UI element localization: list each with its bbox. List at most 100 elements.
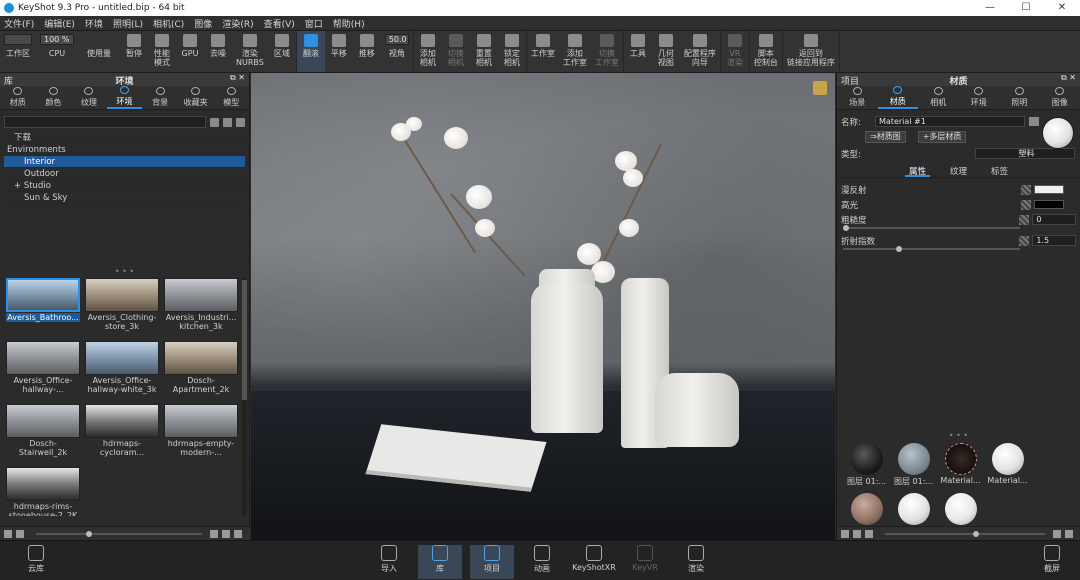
- texture-map-icon[interactable]: [1019, 214, 1030, 225]
- splitter-handle[interactable]: • • •: [837, 432, 1080, 441]
- reset-camera-button[interactable]: 重置 相机: [470, 31, 498, 72]
- upload-icon[interactable]: [222, 529, 230, 538]
- environment-thumbnail[interactable]: Aversis_Office- hallway-white_3k: [84, 341, 160, 401]
- menu-item[interactable]: 照明(L): [113, 17, 143, 30]
- menu-item[interactable]: 文件(F): [4, 17, 34, 30]
- material-subtab[interactable]: 属性: [904, 165, 930, 177]
- import-folder-icon[interactable]: [223, 117, 232, 127]
- material-subtab[interactable]: 纹理: [946, 165, 971, 177]
- lock-camera-button[interactable]: 锁定 相机: [498, 31, 526, 72]
- add-studio-button[interactable]: 添加 工作室: [559, 31, 591, 72]
- refresh-icon[interactable]: [236, 117, 245, 127]
- environment-thumbnail[interactable]: hdrmaps-rims- stonehouse-2_2K: [5, 467, 81, 516]
- property-slider[interactable]: [843, 225, 1020, 231]
- fov-field[interactable]: 50.0: [384, 34, 409, 45]
- material-name-field[interactable]: Material #1: [875, 116, 1025, 127]
- splitter-handle[interactable]: • • •: [0, 268, 249, 277]
- region-button[interactable]: 区域: [268, 31, 296, 72]
- material-type-dropdown[interactable]: 塑料: [975, 148, 1075, 159]
- material-thumbnail[interactable]: 图层 01:...: [843, 443, 890, 493]
- keyshotxr-button[interactable]: KeyShotXR: [572, 545, 616, 572]
- material-graph-button[interactable]: ⇒材质图: [865, 130, 906, 143]
- grid-view-icon[interactable]: [16, 529, 24, 538]
- script-console-button[interactable]: 脚本 控制台: [750, 31, 782, 72]
- dolly-button[interactable]: 推移: [353, 31, 381, 72]
- tree-item[interactable]: Outdoor: [4, 168, 245, 180]
- config-wizard-button[interactable]: 配置程序 向导: [680, 31, 720, 72]
- menu-item[interactable]: 编辑(E): [44, 17, 75, 30]
- material-thumbnail[interactable]: Material...: [984, 443, 1031, 493]
- denoise-button[interactable]: 去噪: [204, 31, 232, 72]
- material-thumbnail[interactable]: Material...: [937, 443, 984, 493]
- back-to-app-button[interactable]: 返回到 链接应用程序: [783, 31, 839, 72]
- project-tab-3[interactable]: 环境: [959, 86, 1000, 109]
- library-tab-6[interactable]: 模型: [213, 86, 249, 109]
- texture-map-icon[interactable]: [1021, 199, 1031, 210]
- thumbnail-size-slider[interactable]: [36, 530, 202, 537]
- panel-controls[interactable]: ⧉ ✕: [1061, 73, 1076, 83]
- screenshot-button[interactable]: 截屏: [1030, 545, 1074, 574]
- tree-item[interactable]: Interior: [4, 156, 245, 168]
- environment-thumbnail[interactable]: Aversis_Industri... kitchen_3k: [163, 278, 239, 338]
- property-slider[interactable]: [843, 246, 1020, 252]
- add-icon[interactable]: [234, 529, 242, 538]
- save-material-icon[interactable]: [1029, 117, 1039, 126]
- minimize-button[interactable]: —: [972, 0, 1008, 16]
- library-tab-1[interactable]: 颜色: [36, 86, 72, 109]
- animation-button[interactable]: 动画: [520, 545, 564, 574]
- material-subtab[interactable]: 标签: [987, 165, 1012, 177]
- menu-item[interactable]: 渲染(R): [222, 17, 253, 30]
- environment-thumbnail[interactable]: Dosch- Apartment_2k: [163, 341, 239, 401]
- search-icon[interactable]: [1053, 529, 1061, 538]
- material-thumbnail[interactable]: 图层 01:...: [890, 443, 937, 493]
- environment-thumbnail[interactable]: Aversis_Office- hallway-...: [5, 341, 81, 401]
- grid-view-icon[interactable]: [853, 529, 861, 538]
- menu-item[interactable]: 查看(V): [264, 17, 295, 30]
- panel-controls[interactable]: ⧉ ✕: [230, 73, 245, 83]
- tree-item[interactable]: Sun & Sky: [4, 192, 245, 204]
- perf-button[interactable]: 性能 模式: [148, 31, 176, 72]
- menu-item[interactable]: 窗口: [305, 17, 323, 30]
- close-button[interactable]: ✕: [1044, 0, 1080, 16]
- color-swatch[interactable]: [1034, 185, 1064, 194]
- project-tab-1[interactable]: 材质: [877, 86, 918, 109]
- tree-item[interactable]: Environments: [4, 144, 245, 156]
- workspace-button[interactable]: 工作区: [0, 31, 36, 72]
- environment-thumbnail[interactable]: hdrmaps-empty- modern-...: [163, 404, 239, 464]
- search-icon[interactable]: [210, 529, 218, 538]
- multi-material-button[interactable]: +多层材质: [917, 130, 967, 143]
- switch-studio-button[interactable]: 切换 工作室: [591, 31, 623, 72]
- environment-thumbnail[interactable]: Aversis_Clothing- store_3k: [84, 278, 160, 338]
- project-tab-2[interactable]: 相机: [918, 86, 959, 109]
- tree-item[interactable]: 下载: [4, 132, 245, 144]
- vr-button[interactable]: VR 渲染: [721, 31, 749, 72]
- render-viewport[interactable]: [251, 73, 835, 540]
- list-view-icon[interactable]: [841, 529, 849, 538]
- library-tab-3[interactable]: 环境: [106, 86, 143, 109]
- cpu-button[interactable]: 100 % CPU: [36, 31, 78, 72]
- project-tab-0[interactable]: 场景: [837, 86, 878, 109]
- property-value-field[interactable]: 0: [1032, 214, 1076, 225]
- library-tab-0[interactable]: 材质: [0, 86, 36, 109]
- maximize-button[interactable]: ☐: [1008, 0, 1044, 16]
- folder-icon[interactable]: [210, 117, 219, 127]
- menu-item[interactable]: 图像: [194, 17, 212, 30]
- project-tab-5[interactable]: 图像: [1040, 86, 1080, 109]
- pause-button[interactable]: 暂停: [120, 31, 148, 72]
- library-tab-2[interactable]: 纹理: [71, 86, 107, 109]
- texture-map-icon[interactable]: [1021, 184, 1031, 195]
- add-icon[interactable]: [1065, 529, 1073, 538]
- fov-button[interactable]: 50.0 视角: [381, 31, 413, 72]
- switch-camera-button[interactable]: 切换 相机: [442, 31, 470, 72]
- collapse-icon[interactable]: [865, 529, 873, 538]
- project-tab-4[interactable]: 照明: [999, 86, 1040, 109]
- menu-item[interactable]: 环境: [85, 17, 103, 30]
- environment-thumbnail[interactable]: hdrmaps- cycloram...: [84, 404, 160, 464]
- search-input[interactable]: [4, 116, 206, 128]
- project-button[interactable]: 项目: [470, 545, 514, 579]
- geometry-view-button[interactable]: 几何 视图: [652, 31, 680, 72]
- add-camera-button[interactable]: 添加 相机: [414, 31, 442, 72]
- cpu-usage-field[interactable]: 100 %: [40, 34, 74, 45]
- library-button[interactable]: 库: [418, 545, 462, 579]
- pan-button[interactable]: 平移: [325, 31, 353, 72]
